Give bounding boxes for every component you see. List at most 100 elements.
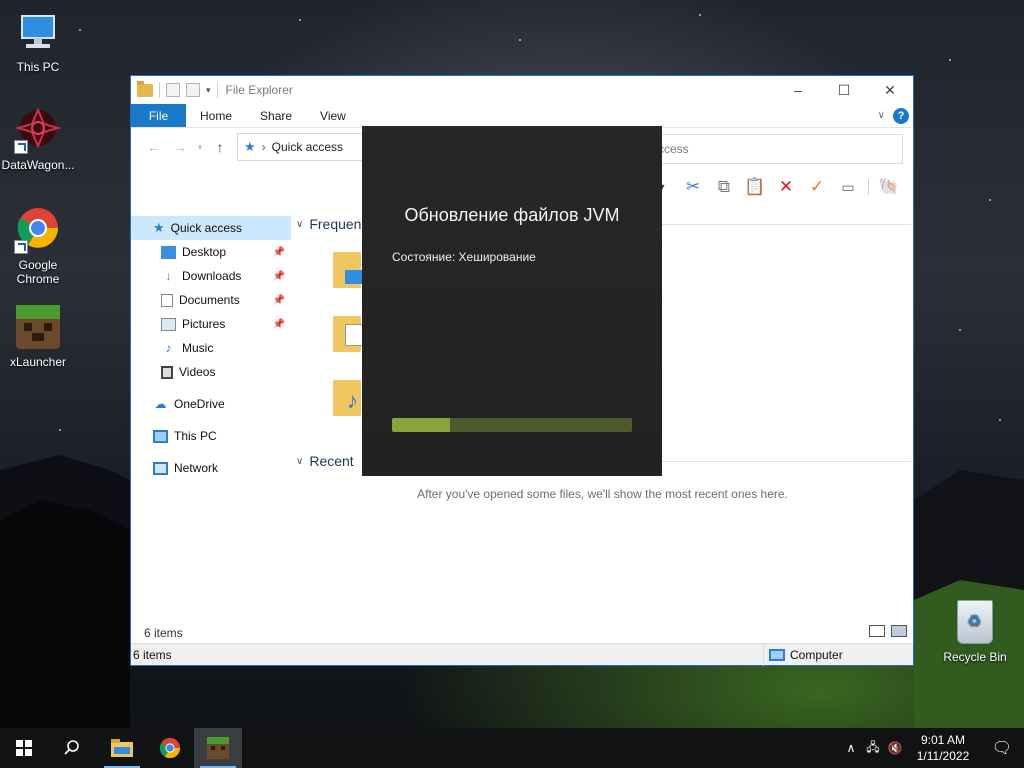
taskbar: ∧ 🖧 🔇 9:01 AM 1/11/2022 🗨 xyxy=(0,728,1024,768)
recent-locations-button[interactable]: ▾ xyxy=(193,142,207,153)
qat-dropdown-icon[interactable]: ▾ xyxy=(206,85,211,96)
volume-muted-icon[interactable]: 🔇 xyxy=(884,741,906,755)
divider xyxy=(868,179,869,195)
minimize-button[interactable]: – xyxy=(775,76,821,104)
divider xyxy=(159,82,160,98)
help-icon[interactable]: ? xyxy=(893,107,909,124)
show-hidden-icons-icon[interactable]: ∧ xyxy=(840,741,862,755)
collapse-chevron-icon: ∨ xyxy=(296,218,304,230)
collapse-chevron-icon: ∨ xyxy=(296,455,304,467)
folder-desktop-tile[interactable] xyxy=(333,248,365,288)
maximize-button[interactable]: ☐ xyxy=(821,76,867,104)
sidebar-item-label: Music xyxy=(182,341,214,355)
datawagon-logo-icon xyxy=(14,106,62,154)
sidebar-item-network[interactable]: Network xyxy=(131,456,291,480)
close-button[interactable]: ✕ xyxy=(867,76,913,104)
sidebar-item-label: Quick access xyxy=(170,221,243,235)
film-icon xyxy=(161,365,173,379)
properties-icon[interactable] xyxy=(166,83,180,97)
xlauncher-icon xyxy=(207,737,229,759)
item-count: 6 items xyxy=(144,626,183,640)
window-title: File Explorer xyxy=(225,83,293,97)
computer-icon xyxy=(769,649,785,661)
folder-music-tile[interactable]: ♪ xyxy=(333,376,365,416)
back-button[interactable]: ← xyxy=(141,139,167,155)
start-button[interactable] xyxy=(0,728,48,768)
computer-icon xyxy=(153,429,168,443)
taskbar-chrome[interactable] xyxy=(146,728,194,768)
status-items: 6 items xyxy=(133,647,172,662)
tab-home[interactable]: Home xyxy=(186,104,246,127)
section-title: Recent xyxy=(309,453,354,469)
desktop-icon-label: DataWagon... xyxy=(1,158,75,172)
tab-file[interactable]: File xyxy=(131,104,186,127)
search-button[interactable] xyxy=(48,728,96,768)
desktop-icon-datawagon[interactable]: DataWagon... xyxy=(0,106,76,172)
progress-fill xyxy=(392,418,450,432)
desktop-icon-xlauncher[interactable]: xLauncher xyxy=(0,303,76,369)
shell-icon[interactable]: 🐚 xyxy=(878,176,900,198)
chrome-icon xyxy=(14,206,62,254)
folder-documents-tile[interactable] xyxy=(333,312,365,352)
pin-icon: 📌 xyxy=(272,246,285,258)
forward-button[interactable]: → xyxy=(167,139,193,155)
large-icons-view-icon[interactable] xyxy=(891,625,907,637)
sidebar-item-downloads[interactable]: ↓ Downloads 📌 xyxy=(131,264,291,288)
details-view-icon[interactable] xyxy=(869,625,885,637)
expand-ribbon-icon[interactable]: ∨ xyxy=(878,110,885,121)
music-note-icon: ♪ xyxy=(165,341,172,355)
navigation-pane: ★ Quick access Desktop 📌 ↓ Downloads 📌 D… xyxy=(131,216,291,606)
ribbon-tabs: File Home Share View ∨ ? xyxy=(131,104,913,128)
status-bar: 6 items Computer xyxy=(131,643,913,666)
sidebar-item-label: Documents xyxy=(179,293,240,307)
desktop-icon-label: This PC xyxy=(16,60,60,74)
delete-icon[interactable]: ✕ xyxy=(775,176,797,198)
desktop-icon-chrome[interactable]: Google Chrome xyxy=(0,206,76,286)
search-input[interactable]: k access xyxy=(621,134,903,164)
taskbar-file-explorer[interactable] xyxy=(98,728,146,768)
document-overlay-icon xyxy=(345,324,363,346)
notifications-icon[interactable]: 🗨 xyxy=(980,738,1024,758)
desktop-icon-label: Google Chrome xyxy=(16,258,60,286)
tab-share[interactable]: Share xyxy=(246,104,306,127)
pin-icon: 📌 xyxy=(272,318,285,330)
shortcut-arrow-icon xyxy=(14,240,28,254)
copy-icon[interactable]: ⧉ xyxy=(713,176,735,198)
up-button[interactable]: ↑ xyxy=(207,139,233,155)
sidebar-item-label: This PC xyxy=(174,429,217,443)
desktop-icon-this-pc[interactable]: This PC xyxy=(0,8,76,74)
sidebar-item-quick-access[interactable]: ★ Quick access xyxy=(131,216,291,240)
desktop-icon-recycle-bin[interactable]: Recycle Bin xyxy=(942,600,1008,664)
computer-icon xyxy=(14,8,62,56)
check-icon[interactable]: ✓ xyxy=(806,176,828,198)
ribbon-right: ∨ ? xyxy=(878,104,913,127)
breadcrumb-chevron-icon: › xyxy=(261,140,266,154)
pin-icon: 📌 xyxy=(272,294,285,306)
network-icon[interactable]: 🖧 xyxy=(862,738,884,759)
recycle-bin-icon xyxy=(957,600,993,644)
tab-view[interactable]: View xyxy=(306,104,360,127)
windows-logo-icon xyxy=(16,740,32,756)
desktop-folder-icon xyxy=(161,245,176,259)
sidebar-item-documents[interactable]: Documents 📌 xyxy=(131,288,291,312)
pictures-icon xyxy=(161,317,176,331)
sidebar-item-videos[interactable]: Videos xyxy=(131,360,291,384)
chrome-icon xyxy=(159,737,181,759)
pin-icon: 📌 xyxy=(272,270,285,282)
sidebar-item-desktop[interactable]: Desktop 📌 xyxy=(131,240,291,264)
taskbar-xlauncher[interactable] xyxy=(194,728,242,768)
sidebar-item-pictures[interactable]: Pictures 📌 xyxy=(131,312,291,336)
paste-icon[interactable]: 📋 xyxy=(744,176,766,198)
folder-icon xyxy=(111,739,133,757)
sidebar-item-this-pc[interactable]: This PC xyxy=(131,424,291,448)
rename-icon[interactable]: ▭ xyxy=(837,176,859,198)
sidebar-item-music[interactable]: ♪ Music xyxy=(131,336,291,360)
sidebar-item-label: Videos xyxy=(179,365,216,379)
cut-icon[interactable]: ✂ xyxy=(682,176,704,198)
sidebar-item-onedrive[interactable]: ☁ OneDrive xyxy=(131,392,291,416)
address-field[interactable]: ★ › Quick access xyxy=(237,133,363,161)
folder-icon xyxy=(137,80,153,97)
progress-bar xyxy=(392,418,632,432)
new-folder-icon[interactable] xyxy=(186,83,200,97)
clock[interactable]: 9:01 AM 1/11/2022 xyxy=(906,732,980,764)
